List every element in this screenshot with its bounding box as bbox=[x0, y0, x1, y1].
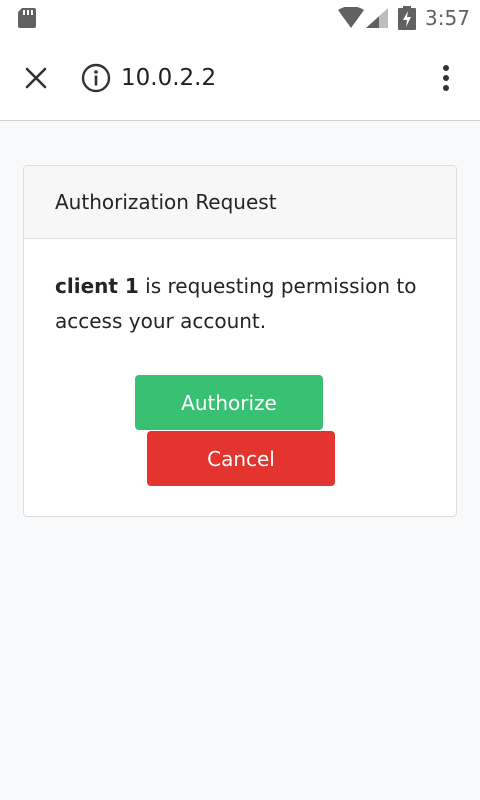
site-info-button[interactable] bbox=[78, 60, 114, 96]
close-icon bbox=[25, 67, 47, 89]
authorization-card: Authorization Request client 1 is reques… bbox=[23, 165, 457, 517]
sd-card-icon bbox=[18, 8, 36, 28]
browser-toolbar: 10.0.2.2 bbox=[0, 36, 480, 121]
more-vert-icon bbox=[443, 65, 449, 91]
permission-message: client 1 is requesting permission to acc… bbox=[55, 269, 425, 339]
signal-icon bbox=[366, 8, 388, 28]
close-button[interactable] bbox=[12, 54, 60, 102]
url-text[interactable]: 10.0.2.2 bbox=[121, 64, 216, 92]
status-bar: 3:57 bbox=[0, 0, 480, 36]
client-name: client 1 bbox=[55, 274, 139, 298]
battery-charging-icon bbox=[398, 6, 416, 30]
info-icon bbox=[81, 63, 111, 93]
card-header: Authorization Request bbox=[24, 166, 456, 239]
cancel-button[interactable]: Cancel bbox=[147, 431, 335, 486]
card-body: client 1 is requesting permission to acc… bbox=[24, 239, 456, 516]
wifi-icon bbox=[338, 7, 364, 28]
card-title: Authorization Request bbox=[55, 190, 277, 214]
status-time: 3:57 bbox=[425, 6, 470, 30]
more-options-button[interactable] bbox=[426, 56, 466, 100]
authorize-button[interactable]: Authorize bbox=[135, 375, 323, 430]
